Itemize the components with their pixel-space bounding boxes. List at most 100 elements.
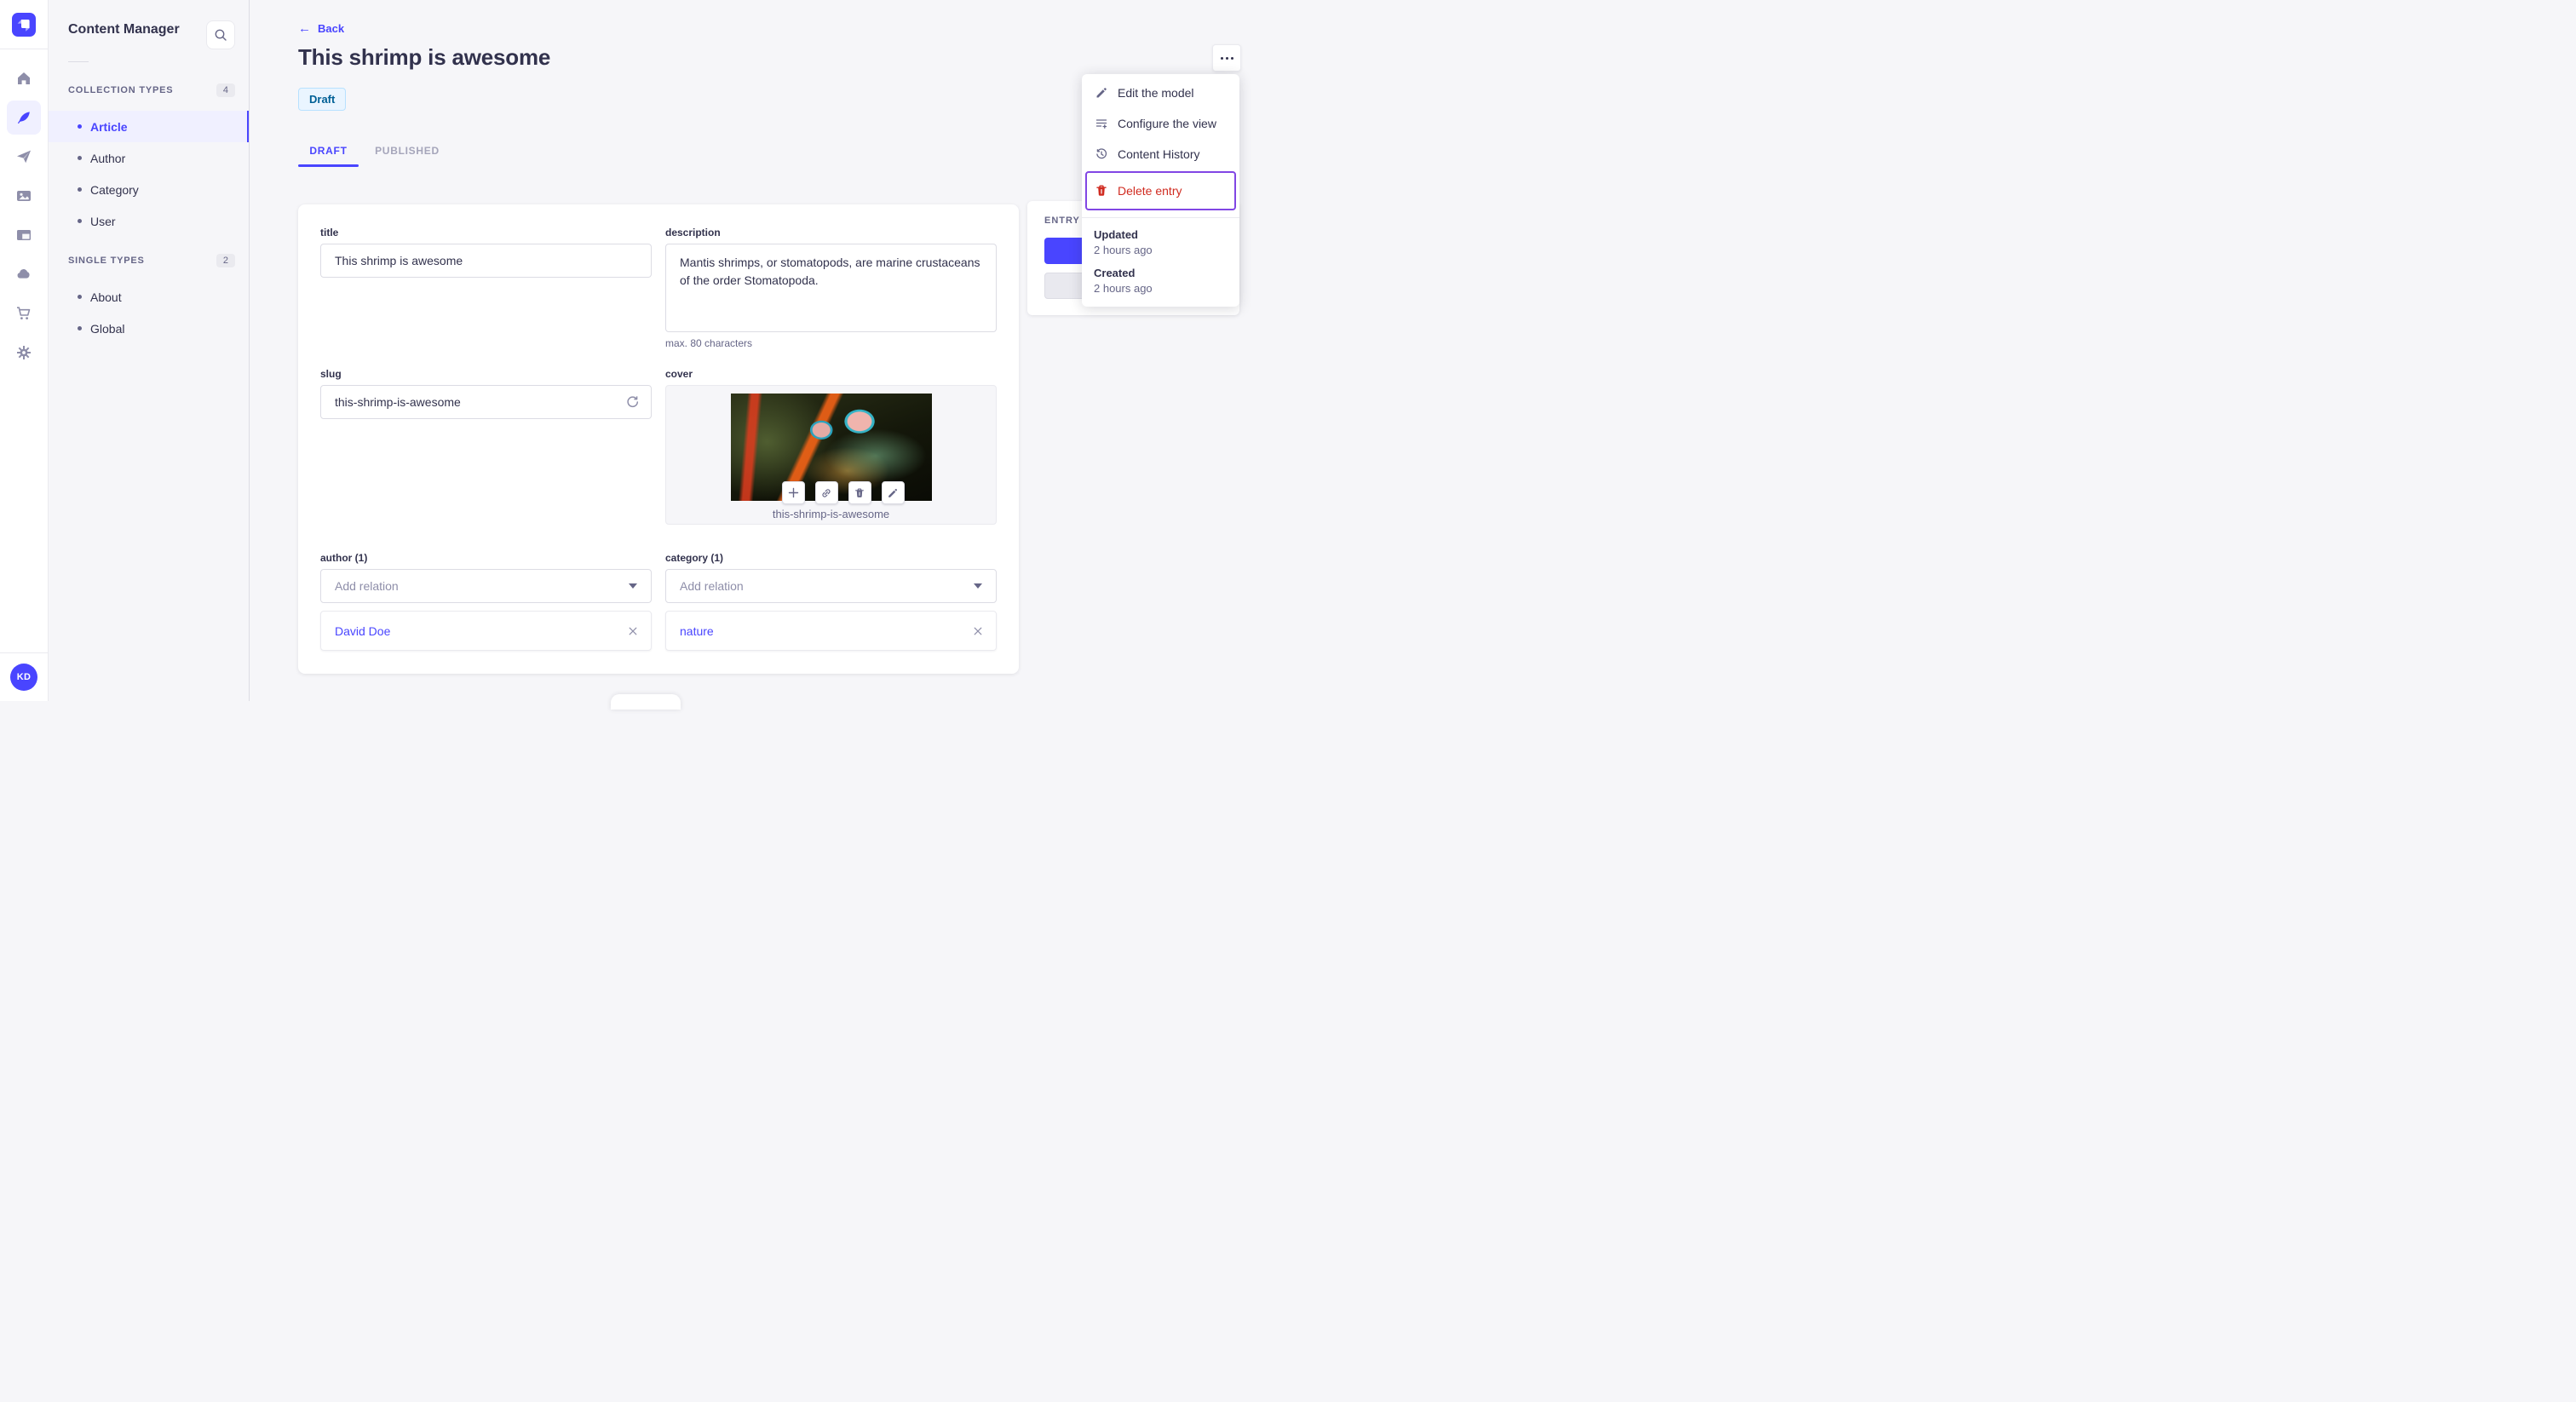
media-library-nav-button[interactable] <box>7 179 41 213</box>
relation-link[interactable]: nature <box>680 624 714 638</box>
back-label: Back <box>318 22 345 35</box>
sidebar-item-label: Article <box>90 119 128 134</box>
bullet-icon <box>78 156 82 160</box>
tab-draft-label: DRAFT <box>309 145 348 157</box>
link-icon <box>822 488 831 497</box>
description-field-label: description <box>665 227 721 238</box>
content-manager-nav-button[interactable] <box>7 101 41 135</box>
marketplace-nav-button[interactable] <box>7 296 41 330</box>
sidebar-item-global[interactable]: Global <box>48 313 249 344</box>
category-relation-select[interactable]: Add relation <box>665 569 997 603</box>
status-badge: Draft <box>298 88 347 111</box>
collection-types-header: COLLECTION TYPES 4 <box>48 82 249 99</box>
close-icon[interactable] <box>972 625 984 637</box>
copy-link-button[interactable] <box>814 481 838 504</box>
menu-item-label: Configure the view <box>1118 117 1216 130</box>
more-options-menu: Edit the model Configure the view Conten… <box>1082 74 1239 307</box>
sidebar-item-article[interactable]: Article <box>48 111 249 142</box>
edit-media-button[interactable] <box>881 481 905 504</box>
category-placeholder: Add relation <box>680 579 744 593</box>
delete-media-button[interactable] <box>848 481 871 504</box>
back-link[interactable]: ← Back <box>298 22 344 35</box>
entry-meta: Updated 2 hours ago Created 2 hours ago <box>1087 218 1234 295</box>
category-relation-item: nature <box>665 611 997 651</box>
sidebar-item-label: About <box>90 290 122 304</box>
close-icon[interactable] <box>627 625 639 637</box>
active-tab-underline <box>298 164 359 167</box>
strapi-logo-icon <box>17 20 30 32</box>
strapi-logo[interactable] <box>12 13 36 37</box>
description-textarea[interactable]: Mantis shrimps, or stomatopods, are mari… <box>665 244 997 332</box>
menu-item-label: Edit the model <box>1118 86 1194 100</box>
menu-item-label: Content History <box>1118 147 1200 161</box>
regenerate-slug-button[interactable] <box>624 394 641 411</box>
subnav-divider <box>68 61 89 62</box>
title-input[interactable]: This shrimp is awesome <box>320 244 652 278</box>
author-placeholder: Add relation <box>335 579 399 593</box>
slug-input[interactable]: this-shrimp-is-awesome <box>320 385 652 419</box>
description-hint: max. 80 characters <box>665 337 753 349</box>
slug-value: this-shrimp-is-awesome <box>335 395 461 409</box>
pencil-icon <box>1094 86 1109 100</box>
gear-icon <box>17 346 31 359</box>
floating-pill-partial[interactable] <box>611 694 681 710</box>
relation-link[interactable]: David Doe <box>335 624 390 638</box>
cloud-icon <box>17 269 30 279</box>
deploy-nav-button[interactable] <box>7 257 41 291</box>
sidebar-item-about[interactable]: About <box>48 281 249 313</box>
title-field-label: title <box>320 227 339 238</box>
rail-divider <box>0 652 48 653</box>
chevron-down-icon <box>974 583 982 589</box>
updated-value: 2 hours ago <box>1094 244 1153 256</box>
pencil-icon <box>888 488 897 497</box>
shopping-cart-icon <box>17 307 31 319</box>
single-types-label: SINGLE TYPES <box>68 256 145 266</box>
sidebar-item-user[interactable]: User <box>48 205 249 237</box>
menu-item-label: Delete entry <box>1118 184 1182 198</box>
configure-list-icon <box>1094 117 1109 130</box>
single-types-count-badge: 2 <box>216 254 235 267</box>
tab-published[interactable]: PUBLISHED <box>373 141 441 167</box>
more-options-button[interactable] <box>1212 44 1241 72</box>
add-media-button[interactable] <box>781 481 805 504</box>
updated-label: Updated <box>1094 228 1138 241</box>
history-icon <box>1094 147 1109 161</box>
sidebar-item-category[interactable]: Category <box>48 174 249 205</box>
trash-icon <box>855 488 864 497</box>
home-icon <box>18 72 30 84</box>
releases-nav-button[interactable] <box>7 140 41 174</box>
home-nav-button[interactable] <box>7 61 41 95</box>
menu-item-delete-entry[interactable]: Delete entry <box>1085 171 1236 210</box>
menu-item-edit-model[interactable]: Edit the model <box>1087 79 1234 106</box>
category-field-label: category (1) <box>665 552 724 564</box>
main-content: ← Back This shrimp is awesome Draft DRAF… <box>249 0 1288 710</box>
menu-item-content-history[interactable]: Content History <box>1087 141 1234 168</box>
bullet-icon <box>78 187 82 192</box>
main-nav-rail: KD <box>0 0 49 701</box>
bullet-icon <box>78 295 82 299</box>
settings-nav-button[interactable] <box>7 336 41 370</box>
page-title: This shrimp is awesome <box>298 44 551 70</box>
cover-media-field: this-shrimp-is-awesome <box>665 385 997 525</box>
search-button[interactable] <box>206 20 235 49</box>
bullet-icon <box>78 219 82 223</box>
created-value: 2 hours ago <box>1094 282 1153 295</box>
refresh-icon <box>627 396 639 408</box>
bullet-icon <box>78 124 82 129</box>
tab-published-label: PUBLISHED <box>375 145 440 157</box>
tab-draft[interactable]: DRAFT <box>298 141 359 167</box>
ellipsis-icon <box>1225 56 1228 60</box>
ellipsis-icon <box>1230 56 1233 60</box>
content-type-builder-nav-button[interactable] <box>7 218 41 252</box>
author-relation-item: David Doe <box>320 611 652 651</box>
image-icon <box>17 191 31 201</box>
back-arrow-icon: ← <box>298 21 311 36</box>
author-relation-select[interactable]: Add relation <box>320 569 652 603</box>
user-avatar[interactable]: KD <box>10 664 37 691</box>
plus-icon <box>788 487 798 498</box>
version-tabs: DRAFT PUBLISHED <box>298 141 441 167</box>
sidebar-item-label: Category <box>90 182 139 197</box>
media-actions <box>781 481 905 504</box>
menu-item-configure-view[interactable]: Configure the view <box>1087 110 1234 137</box>
sidebar-item-author[interactable]: Author <box>48 142 249 174</box>
